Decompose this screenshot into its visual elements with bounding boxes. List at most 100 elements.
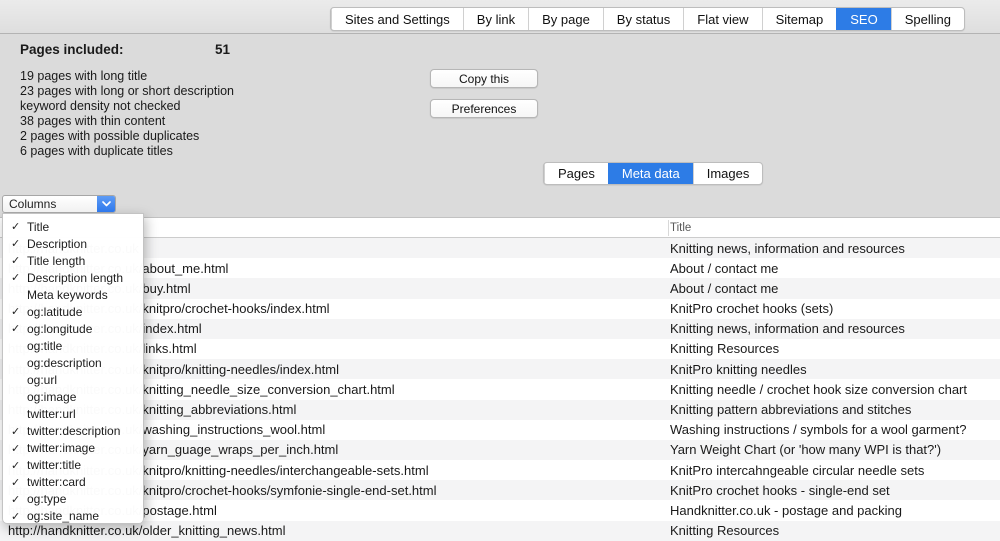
title-cell: KnitPro crochet hooks (sets): [670, 301, 833, 316]
title-cell: Knitting needle / crochet hook size conv…: [670, 382, 967, 397]
title-cell: Knitting Resources: [670, 341, 779, 356]
table-row[interactable]: http://handknitter.co.uk Knitting news, …: [0, 238, 1000, 258]
checkmark-icon: ✓: [11, 271, 27, 284]
table-row[interactable]: http://handknitter.co.uk/knitpro/knittin…: [0, 460, 1000, 480]
columns-menu-item-label: Description: [27, 237, 87, 251]
seo-stat-line: 2 pages with possible duplicates: [20, 129, 420, 144]
top-toolbar: Sites and Settings By link By page By st…: [0, 0, 1000, 34]
columns-menu-item[interactable]: ✓ og:image: [3, 388, 143, 405]
columns-menu-item-label: Title: [27, 220, 49, 234]
top-tab[interactable]: Flat view: [683, 8, 761, 30]
checkmark-icon: ✓: [11, 476, 27, 489]
preferences-button[interactable]: Preferences: [430, 99, 538, 118]
columns-menu-item[interactable]: ✓ og:description: [3, 354, 143, 371]
title-cell: KnitPro knitting needles: [670, 362, 807, 377]
top-tab[interactable]: By link: [463, 8, 528, 30]
checkmark-icon: ✓: [11, 305, 27, 318]
columns-menu-item[interactable]: ✓ Meta keywords: [3, 286, 143, 303]
title-cell: KnitPro crochet hooks - single-end set: [670, 483, 890, 498]
table-row[interactable]: http://handknitter.co.uk/knitpro/knittin…: [0, 359, 1000, 379]
columns-menu-item-label: twitter:title: [27, 458, 81, 472]
copy-this-button[interactable]: Copy this: [430, 69, 538, 88]
columns-menu-item-label: og:latitude: [27, 305, 82, 319]
checkmark-icon: ✓: [11, 322, 27, 335]
seo-stats-list: 19 pages with long title 23 pages with l…: [20, 69, 420, 159]
columns-menu-item[interactable]: ✓ twitter:image: [3, 440, 143, 457]
table-row[interactable]: http://handknitter.co.uk/knitpro/crochet…: [0, 299, 1000, 319]
seo-stat-line: keyword density not checked: [20, 99, 420, 114]
title-cell: Knitting Resources: [670, 523, 779, 538]
title-cell: Washing instructions / symbols for a woo…: [670, 422, 966, 437]
title-cell: Yarn Weight Chart (or 'how many WPI is t…: [670, 442, 941, 457]
table-row[interactable]: http://handknitter.co.uk/washing_instruc…: [0, 420, 1000, 440]
top-tab[interactable]: By status: [603, 8, 683, 30]
columns-menu-item[interactable]: ✓ Description length: [3, 269, 143, 286]
pages-included-row: Pages included: 51: [20, 42, 420, 59]
columns-menu-item-label: twitter:image: [27, 441, 95, 455]
columns-menu-item[interactable]: ✓ twitter:url: [3, 406, 143, 423]
columns-menu-item[interactable]: ✓ twitter:card: [3, 474, 143, 491]
columns-menu-item[interactable]: ✓ Description: [3, 235, 143, 252]
seo-stat-line: 23 pages with long or short description: [20, 84, 420, 99]
columns-menu: ✓ Title ✓ Description ✓ Title length ✓ D…: [2, 213, 144, 524]
table-row[interactable]: http://handknitter.co.uk/buy.html About …: [0, 278, 1000, 298]
top-tab[interactable]: By page: [528, 8, 603, 30]
top-tab-bar: Sites and Settings By link By page By st…: [330, 7, 965, 31]
columns-menu-item[interactable]: ✓ og:url: [3, 371, 143, 388]
checkmark-icon: ✓: [11, 425, 27, 438]
table-row[interactable]: http://handknitter.co.uk/index.html Knit…: [0, 319, 1000, 339]
columns-menu-item-label: og:type: [27, 492, 66, 506]
view-tab[interactable]: Images: [693, 163, 763, 184]
view-tab-bar: Pages Meta data Images: [543, 162, 763, 185]
table-row[interactable]: http://handknitter.co.uk/knitting_needle…: [0, 379, 1000, 399]
columns-menu-item-label: og:image: [27, 390, 76, 404]
table-row[interactable]: http://handknitter.co.uk/postage.html Ha…: [0, 500, 1000, 520]
columns-menu-item[interactable]: ✓ og:longitude: [3, 320, 143, 337]
view-tab[interactable]: Pages: [544, 163, 608, 184]
columns-menu-item[interactable]: ✓ Title: [3, 218, 143, 235]
columns-popup-button[interactable]: Columns: [2, 195, 116, 213]
results-table: Title http://handknitter.co.uk Knitting …: [0, 217, 1000, 534]
title-cell: Knitting pattern abbreviations and stitc…: [670, 402, 911, 417]
table-row[interactable]: http://handknitter.co.uk/yarn_guage_wrap…: [0, 440, 1000, 460]
seo-report-window: { "toolbar": { "tabs": [ { "label": "Sit…: [0, 0, 1000, 534]
table-header-row: Title: [0, 218, 1000, 238]
top-tab[interactable]: SEO: [836, 8, 890, 30]
columns-menu-item[interactable]: ✓ twitter:title: [3, 457, 143, 474]
columns-menu-item-label: twitter:description: [27, 424, 120, 438]
columns-menu-item[interactable]: ✓ twitter:description: [3, 423, 143, 440]
view-tab[interactable]: Meta data: [608, 163, 693, 184]
table-row[interactable]: http://handknitter.co.uk/knitpro/crochet…: [0, 480, 1000, 500]
columns-menu-item[interactable]: ✓ og:latitude: [3, 303, 143, 320]
columns-menu-item-label: twitter:url: [27, 407, 76, 421]
summary-panel: Pages included: 51 19 pages with long ti…: [20, 42, 420, 159]
checkmark-icon: ✓: [11, 493, 27, 506]
pages-included-count: 51: [215, 42, 230, 57]
title-column-header[interactable]: Title: [670, 218, 691, 238]
columns-popup-label: Columns: [3, 197, 97, 211]
columns-menu-item[interactable]: ✓ og:type: [3, 491, 143, 508]
columns-menu-item[interactable]: ✓ Title length: [3, 252, 143, 269]
columns-menu-item-label: og:site_name: [27, 509, 99, 523]
top-tab[interactable]: Sitemap: [762, 8, 837, 30]
top-tab[interactable]: Spelling: [891, 8, 964, 30]
columns-menu-item-label: twitter:card: [27, 475, 86, 489]
table-row[interactable]: http://handknitter.co.uk/knitting_abbrev…: [0, 400, 1000, 420]
pages-included-label: Pages included:: [20, 42, 124, 57]
title-cell: Handknitter.co.uk - postage and packing: [670, 503, 902, 518]
table-row[interactable]: http://handknitter.co.uk/about_me.html A…: [0, 258, 1000, 278]
column-divider: [668, 220, 669, 236]
title-cell: Knitting news, information and resources: [670, 321, 905, 336]
checkmark-icon: ✓: [11, 254, 27, 267]
columns-menu-item-label: og:url: [27, 373, 57, 387]
columns-menu-item[interactable]: ✓ og:title: [3, 337, 143, 354]
checkmark-icon: ✓: [11, 459, 27, 472]
url-cell: http://handknitter.co.uk/older_knitting_…: [8, 523, 286, 538]
table-row[interactable]: http://handknitter.co.uk/older_knitting_…: [0, 521, 1000, 541]
top-tab[interactable]: Sites and Settings: [331, 8, 463, 30]
title-cell: About / contact me: [670, 261, 778, 276]
columns-menu-item[interactable]: ✓ og:site_name: [3, 508, 143, 525]
checkmark-icon: ✓: [11, 237, 27, 250]
table-row[interactable]: http://handknitter.co.uk/links.html Knit…: [0, 339, 1000, 359]
columns-menu-item-label: og:title: [27, 339, 62, 353]
